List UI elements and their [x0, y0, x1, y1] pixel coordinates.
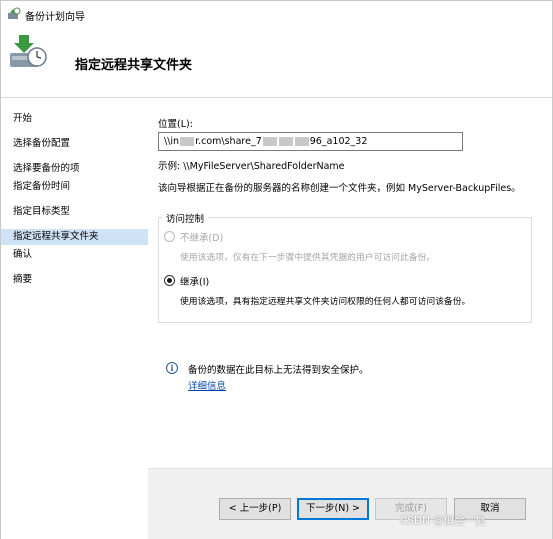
location-value-mid: r.com\share_7 — [195, 136, 262, 147]
inherit-label: 继承(I) — [180, 277, 210, 288]
sidebar-item-remote-share: 指定远程共享文件夹 — [1, 229, 148, 245]
wizard-steps-sidebar: 开始 选择备份配置 选择要备份的项 指定备份时间 指定目标类型 指定远程共享文件… — [1, 98, 148, 539]
main-content: 位置(L): \\in r.com\share_7 96_a102_32 示例: \… — [148, 98, 552, 468]
sidebar-item-backup-time: 指定备份时间 — [13, 181, 71, 192]
next-button[interactable]: 下一步(N) > — [297, 498, 369, 520]
more-info-link[interactable]: 详细信息 — [188, 378, 226, 392]
access-control-legend: 访问控制 — [162, 211, 209, 225]
redaction-mark — [294, 137, 309, 146]
no-inherit-radio[interactable] — [164, 231, 175, 242]
no-inherit-description: 使用该选项，仅有在下一步骤中提供其凭据的用户可访问此备份。 — [180, 253, 436, 263]
window-title: 备份计划向导 — [25, 12, 85, 23]
info-text: 备份的数据在此目标上无法得到安全保护。 — [188, 365, 369, 376]
sidebar-item-confirm: 确认 — [13, 249, 33, 260]
title-bar: 备份计划向导 — [1, 1, 552, 27]
wizard-window: 备份计划向导 指定远程共享文件夹 开始 选择备份配置 选择要备份的项 指定备份时… — [0, 0, 553, 539]
backup-server-icon — [10, 35, 47, 67]
back-button[interactable]: < 上一步(P) — [219, 498, 291, 520]
inherit-radio[interactable] — [164, 275, 175, 286]
location-value-suffix: 96_a102_32 — [309, 136, 368, 147]
inherit-description: 使用该选项，具有指定远程共享文件夹访问权限的任何人都可访问该备份。 — [180, 297, 471, 307]
redaction-mark — [262, 137, 277, 146]
location-value-prefix: \\in — [164, 136, 180, 147]
sidebar-item-target-type: 指定目标类型 — [13, 206, 71, 217]
sidebar-item-select-items: 选择要备份的项 — [13, 163, 80, 174]
sidebar-item-start: 开始 — [13, 113, 33, 124]
location-label: 位置(L): — [158, 119, 193, 130]
page-title: 指定远程共享文件夹 — [75, 58, 193, 73]
csdn-watermark: CSDN @俱会一处 — [400, 515, 486, 527]
button-bar: < 上一步(P) 下一步(N) > 完成(F) 取消 CSDN @俱会一处 — [148, 468, 552, 539]
redaction-mark — [180, 137, 195, 146]
example-text: 示例: \\MyFileServer\SharedFolderName — [158, 161, 345, 172]
location-input[interactable]: \\in r.com\share_7 96_a102_32 — [158, 132, 463, 151]
sidebar-item-select-config: 选择备份配置 — [13, 138, 71, 149]
description-text: 该向导根据正在备份的服务器的名称创建一个文件夹，例如 MyServer-Back… — [158, 183, 521, 194]
backup-wizard-icon — [8, 7, 21, 19]
wizard-header: 指定远程共享文件夹 — [1, 27, 552, 97]
radio-selected-dot — [167, 278, 172, 283]
no-inherit-label: 不继承(D) — [180, 233, 224, 244]
sidebar-item-summary: 摘要 — [13, 274, 33, 285]
redaction-mark — [278, 137, 293, 146]
info-icon: i — [166, 362, 178, 374]
